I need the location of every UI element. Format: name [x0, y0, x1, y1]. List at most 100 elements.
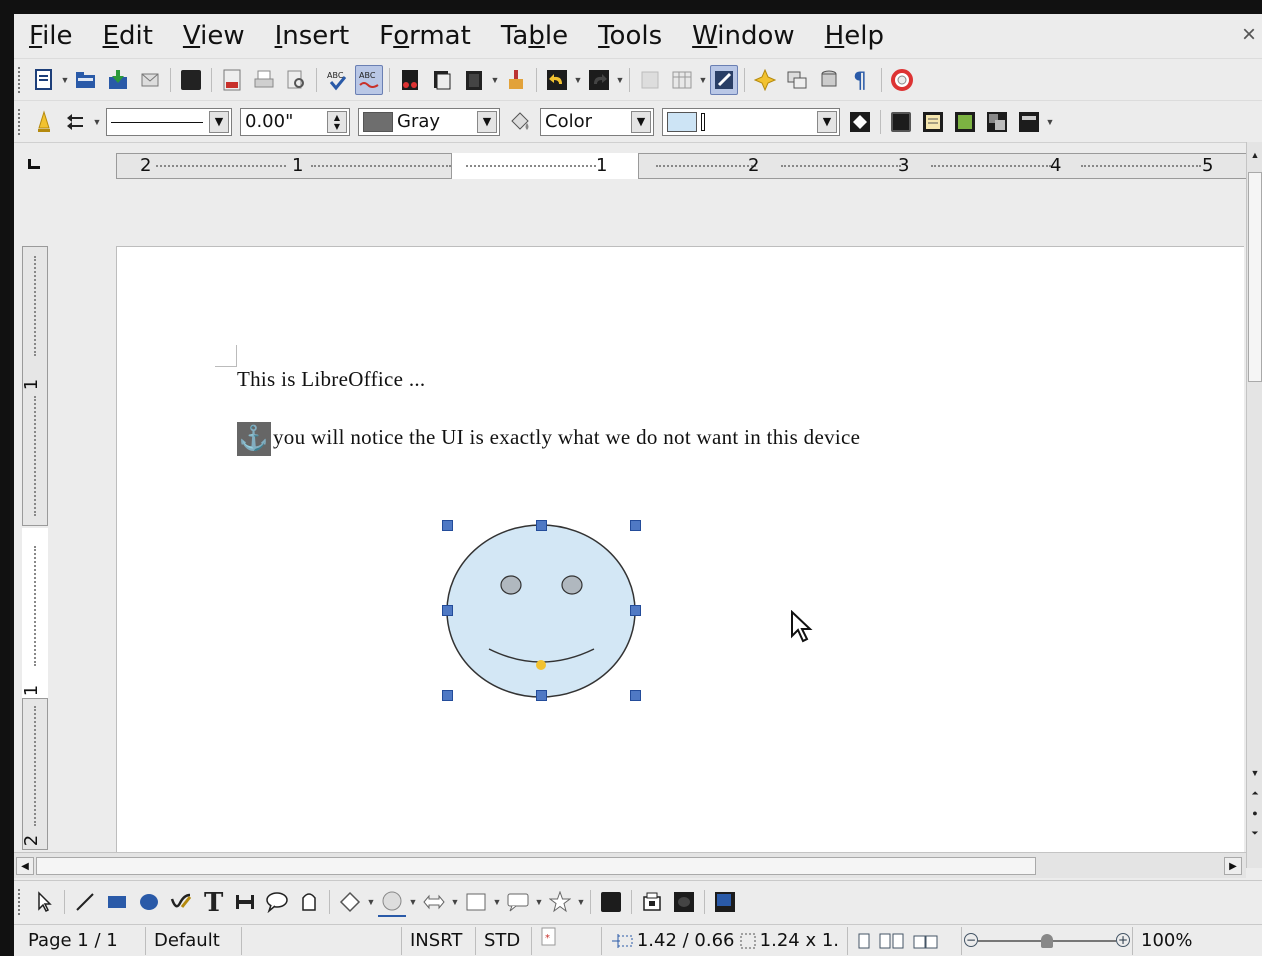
- line-style-select[interactable]: ▼: [106, 107, 232, 136]
- page-indicator[interactable]: Page 1 / 1: [14, 926, 146, 955]
- resize-handle-right[interactable]: [630, 605, 641, 616]
- area-color-select[interactable]: ▼: [662, 107, 840, 136]
- extrusion-icon[interactable]: [711, 887, 739, 917]
- undo-dropdown-icon[interactable]: ▼: [573, 65, 583, 95]
- basic-shapes-icon[interactable]: [336, 887, 364, 917]
- line-width-field[interactable]: 0.00" ▲ ▼: [240, 107, 350, 136]
- menu-edit[interactable]: Edit: [88, 14, 168, 58]
- gallery-icon[interactable]: [783, 65, 811, 95]
- close-document-icon[interactable]: ×: [1242, 20, 1256, 50]
- autospellcheck-icon[interactable]: ABC: [355, 64, 383, 95]
- line-style-icon[interactable]: [30, 107, 58, 137]
- toolbar-grip-icon[interactable]: [18, 66, 22, 93]
- freeform-tool-icon[interactable]: [167, 887, 195, 917]
- resize-handle-bottom-right[interactable]: [630, 690, 641, 701]
- anchor-icon[interactable]: ⚓: [237, 422, 271, 456]
- open-folder-icon[interactable]: [72, 65, 100, 95]
- cut-icon[interactable]: [396, 65, 424, 95]
- table-dropdown-icon[interactable]: ▼: [698, 65, 708, 95]
- vertical-ruler[interactable]: 1 1 2: [21, 246, 48, 850]
- scroll-down-icon[interactable]: ▼: [1248, 764, 1262, 782]
- navigation-icon[interactable]: ●: [1248, 804, 1262, 822]
- navigator-icon[interactable]: [751, 65, 779, 95]
- print-preview-icon[interactable]: [282, 65, 310, 95]
- hyperlink-icon[interactable]: [636, 65, 664, 95]
- book-view-icon[interactable]: [912, 932, 940, 950]
- export-pdf-icon[interactable]: [218, 65, 246, 95]
- vertical-scroll-thumb[interactable]: [1248, 172, 1262, 382]
- previous-page-icon[interactable]: ⏶: [1248, 784, 1262, 802]
- undo-icon[interactable]: [543, 65, 571, 95]
- symbol-shapes-icon[interactable]: [378, 887, 406, 917]
- tab-stop-type-icon[interactable]: [28, 159, 40, 169]
- points-icon[interactable]: [597, 887, 625, 917]
- multi-page-view-icon[interactable]: [878, 932, 906, 950]
- document-canvas[interactable]: This is LibreOffice ... ⚓ you will notice…: [56, 184, 1244, 852]
- block-arrows-dropdown-icon[interactable]: ▼: [450, 887, 460, 917]
- language-cell[interactable]: [242, 926, 402, 955]
- scroll-left-icon[interactable]: ◀: [16, 857, 34, 875]
- callouts-dropdown-icon[interactable]: ▼: [534, 887, 544, 917]
- zoom-slider-handle[interactable]: [1041, 933, 1053, 948]
- toolbar-grip-icon[interactable]: [18, 888, 22, 915]
- paste-dropdown-icon[interactable]: ▼: [490, 65, 500, 95]
- chevron-down-icon[interactable]: ▼: [817, 110, 837, 133]
- zoom-out-icon[interactable]: −: [964, 932, 978, 947]
- new-document-dropdown-icon[interactable]: ▼: [60, 65, 70, 95]
- flowchart-dropdown-icon[interactable]: ▼: [492, 887, 502, 917]
- callout-tool-icon[interactable]: [263, 887, 291, 917]
- email-icon[interactable]: [136, 65, 164, 95]
- chevron-down-icon[interactable]: ▼: [477, 110, 497, 133]
- align-dropdown-icon[interactable]: ▼: [1045, 107, 1055, 137]
- help-lifebuoy-icon[interactable]: [888, 65, 916, 95]
- selection-mode[interactable]: STD: [476, 926, 532, 955]
- symbol-shapes-dropdown-icon[interactable]: ▼: [408, 887, 418, 917]
- menu-table[interactable]: Table: [486, 14, 583, 58]
- menu-format[interactable]: Format: [364, 14, 486, 58]
- resize-handle-left[interactable]: [442, 605, 453, 616]
- page-style[interactable]: Default: [146, 926, 242, 955]
- edit-file-icon[interactable]: [177, 65, 205, 95]
- scroll-right-icon[interactable]: ▶: [1224, 857, 1242, 875]
- menu-help[interactable]: Help: [810, 14, 899, 58]
- area-style-select[interactable]: Color ▼: [540, 107, 654, 136]
- scroll-up-icon[interactable]: ▲: [1248, 146, 1262, 164]
- next-page-icon[interactable]: ⏷: [1248, 824, 1262, 842]
- zoom-slider[interactable]: − +: [962, 927, 1132, 955]
- callouts-shapes-icon[interactable]: [504, 887, 532, 917]
- rectangle-tool-icon[interactable]: [103, 887, 131, 917]
- block-arrows-icon[interactable]: [420, 887, 448, 917]
- flowchart-icon[interactable]: [462, 887, 490, 917]
- paragraph-2[interactable]: ⚓ you will notice the UI is exactly what …: [237, 422, 860, 456]
- print-icon[interactable]: [250, 65, 278, 95]
- document-modified-cell[interactable]: *: [532, 926, 602, 955]
- resize-handle-top-right[interactable]: [630, 520, 641, 531]
- dimension-tool-icon[interactable]: [231, 887, 259, 917]
- redo-dropdown-icon[interactable]: ▼: [615, 65, 625, 95]
- spin-buttons-icon[interactable]: ▲ ▼: [327, 110, 347, 133]
- fontwork-tool-icon[interactable]: [295, 887, 323, 917]
- line-color-select[interactable]: Gray ▼: [358, 107, 500, 136]
- toolbar-grip-icon[interactable]: [18, 108, 22, 135]
- line-tool-icon[interactable]: [71, 887, 99, 917]
- shadow-icon[interactable]: [846, 107, 874, 137]
- stars-icon[interactable]: [546, 887, 574, 917]
- horizontal-ruler[interactable]: 2 1 1 2 3 4 5: [116, 153, 1258, 179]
- zoom-level[interactable]: 100%: [1132, 926, 1192, 955]
- new-document-icon[interactable]: [30, 65, 58, 95]
- table-icon[interactable]: [668, 65, 696, 95]
- save-icon[interactable]: [104, 65, 132, 95]
- paste-icon[interactable]: [460, 65, 488, 95]
- copy-icon[interactable]: [428, 65, 456, 95]
- resize-handle-bottom-left[interactable]: [442, 690, 453, 701]
- arrow-style-dropdown-icon[interactable]: ▼: [92, 107, 102, 137]
- resize-handle-top[interactable]: [536, 520, 547, 531]
- single-page-view-icon[interactable]: [856, 932, 872, 950]
- spellcheck-icon[interactable]: ABC: [323, 65, 351, 95]
- vertical-scrollbar[interactable]: ▲ ▼ ⏶ ● ⏷: [1246, 142, 1262, 868]
- text-tool-icon[interactable]: T: [199, 887, 227, 917]
- redo-icon[interactable]: [585, 65, 613, 95]
- menu-tools[interactable]: Tools: [583, 14, 677, 58]
- menu-file[interactable]: File: [14, 14, 88, 58]
- menu-window[interactable]: Window: [677, 14, 810, 58]
